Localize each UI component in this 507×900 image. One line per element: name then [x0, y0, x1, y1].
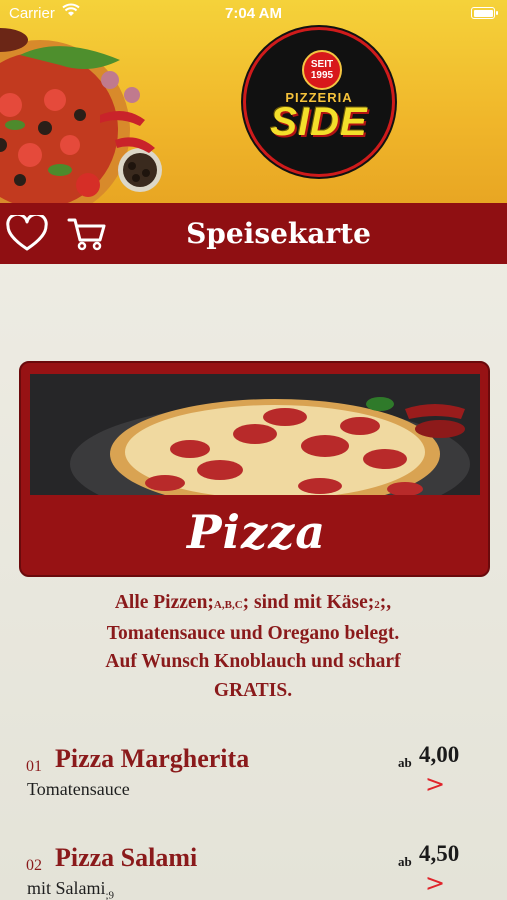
menu-item[interactable]: 01 Pizza Margherita Tomatensauce ab 4,00…: [0, 742, 507, 834]
category-description: Alle Pizzen;A,B,C; sind mit Käse;2;, Tom…: [28, 589, 478, 705]
price-prefix: ab: [398, 854, 412, 869]
battery-icon: [471, 7, 498, 19]
chevron-right-icon[interactable]: >: [425, 770, 445, 798]
since-badge: SEIT 1995: [302, 50, 342, 90]
status-bar: Carrier 7:04 AM: [0, 0, 507, 26]
nav-bar: Speisekarte: [0, 203, 507, 264]
pizza-category-image: [30, 374, 480, 495]
price-prefix: ab: [398, 755, 412, 770]
description-line-3: Auf Wunsch Knoblauch und scharf: [105, 651, 401, 672]
menu-item[interactable]: 02 Pizza Salami mit Salami;9 ab 4,50 >: [0, 841, 507, 900]
chevron-right-icon[interactable]: >: [425, 869, 445, 897]
pizza-ingredients-image: [0, 28, 162, 203]
description-line-2: Tomatensauce und Oregano belegt.: [106, 622, 400, 644]
category-label: Pizza: [186, 505, 327, 559]
clock: 7:04 AM: [225, 5, 282, 22]
since-label: SEIT: [310, 59, 334, 70]
page-title: Speisekarte: [186, 217, 371, 250]
description-line-4: GRATIS.: [213, 679, 293, 701]
item-price: 4,00: [419, 742, 460, 767]
item-price: 4,50: [419, 841, 460, 866]
item-description: Tomatensauce: [27, 779, 130, 799]
item-number: 02: [26, 857, 42, 874]
logo-side-text: SIDE: [270, 100, 368, 144]
item-number: 01: [26, 758, 42, 775]
header-banner: Carrier 7:04 AM SEIT 1995 PIZZERIA SIDE: [0, 0, 507, 203]
item-description: mit Salami;9: [27, 878, 115, 900]
description-line-1: Alle Pizzen;A,B,C; sind mit Käse;2;,: [114, 592, 392, 613]
category-card-pizza[interactable]: Pizza: [19, 361, 490, 577]
item-name: Pizza Salami: [55, 843, 198, 872]
item-name: Pizza Margherita: [55, 744, 250, 773]
pizzeria-logo: SEIT 1995 PIZZERIA SIDE: [243, 27, 395, 177]
since-year: 1995: [310, 70, 334, 81]
